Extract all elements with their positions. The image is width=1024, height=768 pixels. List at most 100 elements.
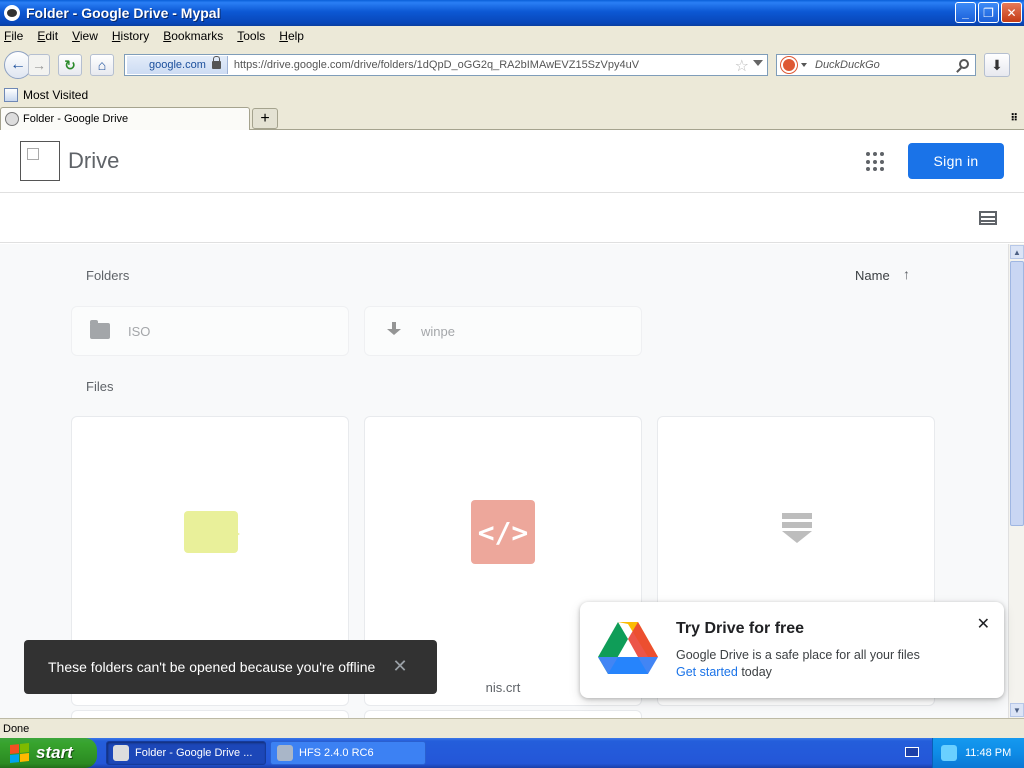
taskbar: start Folder - Google Drive ... HFS 2.4.… (0, 738, 1024, 768)
scroll-thumb[interactable] (1010, 261, 1024, 526)
download-icon (387, 322, 401, 340)
scroll-up-icon[interactable]: ▲ (1010, 245, 1024, 259)
taskbar-item-label: HFS 2.4.0 RC6 (299, 747, 374, 759)
file-card[interactable] (71, 710, 349, 718)
home-button[interactable]: ⌂ (90, 54, 114, 76)
restore-button[interactable]: ❐ (978, 2, 999, 23)
tab-list-icon[interactable]: ⠿ (1010, 113, 1018, 124)
page-content: Drive Sign in Folders Name ↑ ISO winpe F… (0, 130, 1024, 718)
menu-bar: File Edit View History Bookmarks Tools H… (0, 26, 1024, 46)
keyboard-icon[interactable] (905, 747, 919, 757)
minimize-button[interactable]: _ (955, 2, 976, 23)
promo-cta: Get started today (676, 665, 772, 679)
forward-arrow-icon: → (32, 57, 46, 73)
email-file-icon (184, 511, 240, 553)
offline-toast: These folders can't be opened because yo… (24, 640, 437, 694)
mypal-icon (113, 745, 129, 761)
folder-card-winpe[interactable]: winpe (364, 306, 642, 356)
bookmark-star-icon[interactable]: ☆ (735, 56, 749, 76)
taskbar-item-hfs[interactable]: HFS 2.4.0 RC6 (270, 741, 426, 765)
window-titlebar: Folder - Google Drive - Mypal _ ❐ ✕ (0, 0, 1024, 26)
code-file-icon: </> (471, 500, 535, 564)
google-apps-icon[interactable] (866, 152, 886, 172)
new-tab-button[interactable]: + (252, 108, 278, 129)
promo-title: Try Drive for free (676, 620, 805, 637)
forward-button[interactable]: → (28, 54, 50, 76)
scroll-down-icon[interactable]: ▼ (1010, 703, 1024, 717)
sort-by-name[interactable]: Name (855, 268, 890, 283)
close-icon[interactable]: ✕ (391, 657, 409, 675)
sign-in-button[interactable]: Sign in (908, 143, 1004, 179)
taskbar-item-label: Folder - Google Drive ... (135, 747, 253, 759)
menu-bookmarks[interactable]: Bookmarks (163, 29, 223, 43)
try-drive-promo: Try Drive for free Google Drive is a saf… (580, 602, 1004, 698)
vertical-scrollbar[interactable]: ▲ ▼ (1008, 244, 1024, 718)
reload-button[interactable]: ↻ (58, 54, 82, 76)
start-button[interactable]: start (0, 738, 97, 768)
engine-dropdown-icon[interactable] (801, 63, 807, 67)
downloads-button[interactable]: ⬇ (984, 53, 1010, 77)
windows-logo-icon (10, 743, 30, 764)
google-drive-logo-icon (598, 622, 658, 674)
status-bar: Done (0, 718, 1024, 738)
menu-view[interactable]: View (72, 29, 98, 43)
menu-help[interactable]: Help (279, 29, 304, 43)
search-icon[interactable] (959, 59, 969, 69)
promo-text: Google Drive is a safe place for all you… (676, 648, 920, 662)
reload-icon: ↻ (64, 56, 76, 73)
site-identity-label: google.com (149, 59, 206, 71)
taskbar-item-mypal[interactable]: Folder - Google Drive ... (106, 741, 266, 765)
menu-tools[interactable]: Tools (237, 29, 265, 43)
sort-direction-icon[interactable]: ↑ (903, 266, 910, 282)
promo-cta-suffix: today (737, 665, 772, 679)
hfs-icon (277, 745, 293, 761)
folder-name: ISO (128, 323, 151, 339)
system-tray: 11:48 PM (932, 738, 1024, 768)
status-text: Done (3, 722, 30, 735)
window-title: Folder - Google Drive - Mypal (26, 5, 221, 21)
file-card[interactable] (364, 710, 642, 718)
url-text[interactable]: https://drive.google.com/drive/folders/1… (234, 59, 639, 71)
bookmark-most-visited[interactable]: Most Visited (23, 88, 88, 102)
shared-folder-icon (90, 320, 110, 339)
search-placeholder[interactable]: DuckDuckGo (815, 59, 880, 71)
most-visited-icon (4, 87, 18, 102)
search-bar[interactable]: DuckDuckGo (776, 54, 976, 76)
window-controls: _ ❐ ✕ (955, 2, 1022, 23)
tab-label: Folder - Google Drive (23, 113, 129, 125)
lock-icon (211, 56, 221, 69)
network-icon[interactable] (941, 745, 957, 761)
list-view-icon[interactable] (979, 211, 997, 225)
files-heading: Files (86, 379, 114, 394)
toast-message: These folders can't be opened because yo… (48, 659, 376, 675)
get-started-link[interactable]: Get started (676, 665, 738, 679)
url-dropdown-icon[interactable] (753, 60, 763, 66)
tab-google-drive[interactable]: Folder - Google Drive (0, 107, 250, 130)
navigation-toolbar: ← → ↻ ⌂ google.com https://drive.google.… (0, 46, 1024, 84)
back-arrow-icon: ← (10, 56, 26, 73)
download-arrow-icon: ⬇ (991, 56, 1003, 73)
close-icon[interactable]: ✕ (977, 614, 990, 634)
menu-history[interactable]: History (112, 29, 149, 43)
duckduckgo-icon[interactable] (781, 57, 797, 73)
tab-favicon-icon (5, 112, 19, 126)
menu-edit[interactable]: Edit (37, 29, 58, 43)
drive-title[interactable]: Drive (68, 148, 119, 174)
folder-card-iso[interactable]: ISO (71, 306, 349, 356)
folders-heading: Folders (86, 268, 130, 283)
address-bar[interactable]: google.com https://drive.google.com/driv… (124, 54, 768, 76)
menu-file[interactable]: File (4, 29, 23, 43)
close-window-button[interactable]: ✕ (1001, 2, 1022, 23)
plus-icon: + (260, 109, 270, 127)
clock[interactable]: 11:48 PM (965, 747, 1011, 759)
broken-logo-image[interactable] (20, 141, 60, 181)
start-label: start (36, 743, 73, 762)
folder-name: winpe (421, 323, 455, 339)
site-identity-button[interactable]: google.com (127, 56, 228, 74)
home-icon: ⌂ (97, 57, 107, 73)
bookmarks-toolbar: Most Visited (0, 84, 1024, 105)
mypal-icon (4, 5, 20, 21)
tab-strip: Folder - Google Drive + ⠿ (0, 105, 1024, 130)
drive-header: Drive Sign in (0, 130, 1024, 193)
view-toolbar (0, 194, 1024, 243)
